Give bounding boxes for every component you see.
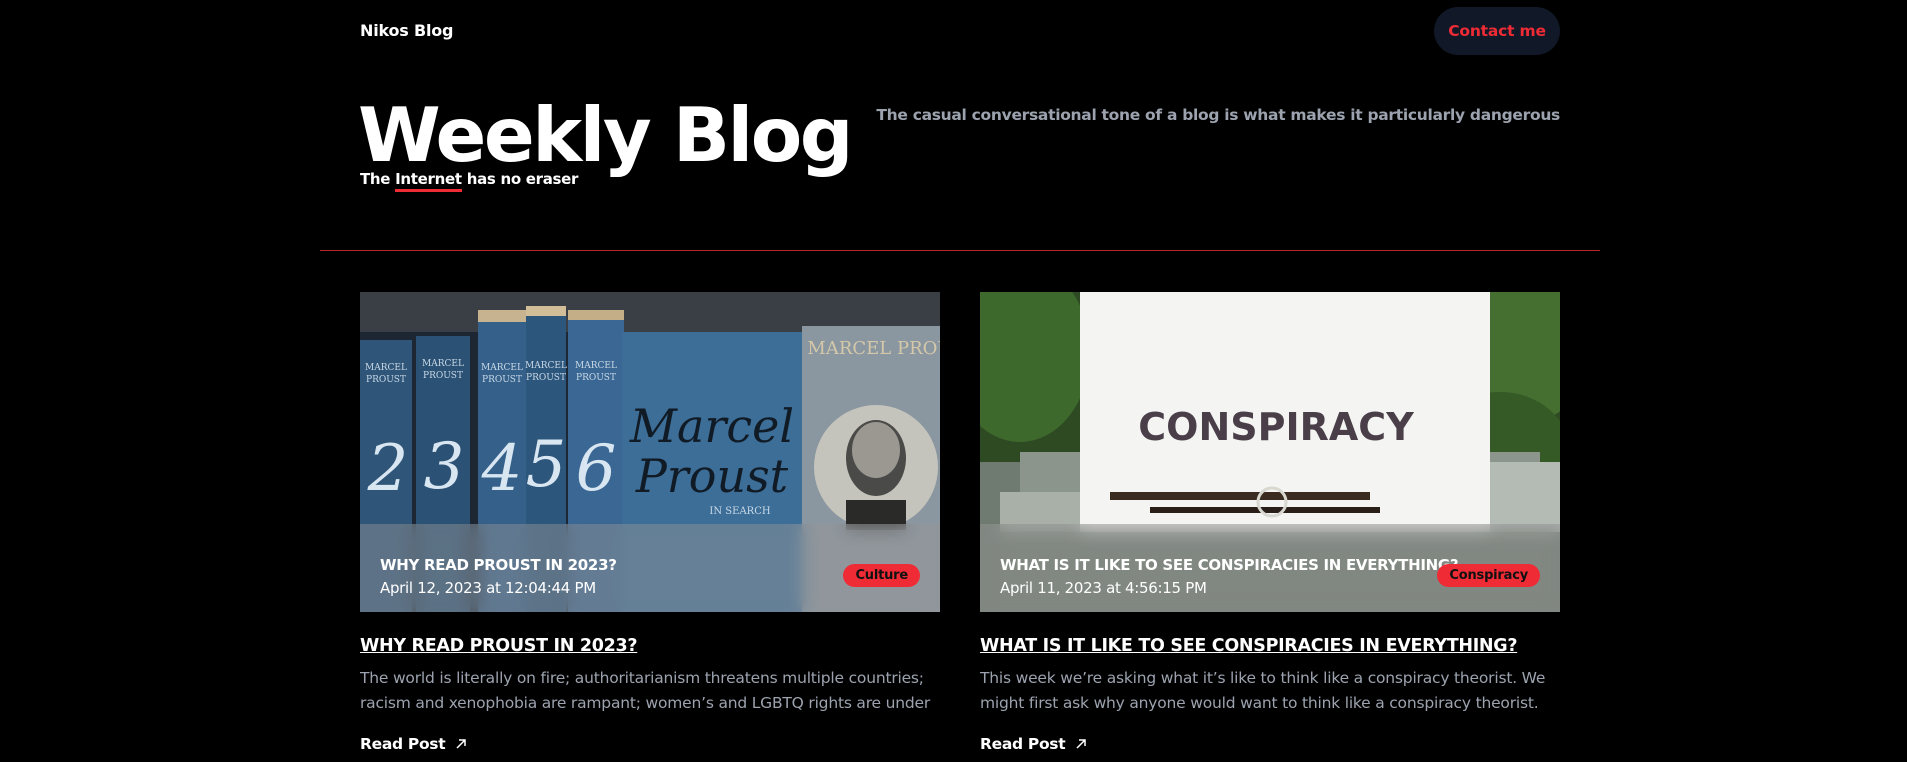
svg-text:PROUST: PROUST — [423, 371, 463, 381]
svg-text:IN SEARCH: IN SEARCH — [709, 506, 770, 517]
overlay-title: WHY READ PROUST IN 2023? — [380, 556, 617, 574]
post-excerpt: This week we’re asking what it’s like to… — [980, 669, 1546, 712]
svg-text:PROUST: PROUST — [526, 373, 566, 383]
post-card: CONSPIRACY WHAT IS IT LIKE TO SEE CONSPI… — [980, 292, 1560, 753]
arrow-up-right-icon — [1076, 739, 1087, 749]
svg-text:PROUST: PROUST — [576, 373, 616, 383]
paper-text: CONSPIRACY — [1138, 405, 1414, 449]
post-date: April 11, 2023 at 4:56:15 PM — [1000, 579, 1207, 597]
site-brand[interactable]: Nikos Blog — [360, 21, 454, 40]
post-title-link[interactable]: WHAT IS IT LIKE TO SEE CONSPIRACIES IN E… — [980, 636, 1560, 656]
read-post-label: Read Post — [360, 735, 446, 753]
svg-text:MARCEL PROU: MARCEL PROU — [807, 338, 940, 359]
svg-text:MARCEL: MARCEL — [481, 363, 523, 373]
svg-text:2: 2 — [367, 432, 409, 506]
svg-text:6: 6 — [576, 432, 617, 506]
overlay-title: WHAT IS IT LIKE TO SEE CONSPIRACIES IN E… — [1000, 556, 1459, 574]
read-post-link[interactable]: Read Post — [360, 735, 467, 753]
hero-subtitle: The Internet has no eraser — [360, 170, 579, 192]
hero-subtitle-highlight: Internet — [395, 170, 462, 192]
svg-text:Marcel: Marcel — [629, 399, 794, 453]
svg-text:3: 3 — [424, 430, 465, 504]
arrow-up-right-icon — [456, 739, 467, 749]
svg-text:MARCEL: MARCEL — [525, 361, 567, 371]
category-badge[interactable]: Conspiracy — [1437, 564, 1540, 587]
svg-text:MARCEL: MARCEL — [575, 361, 617, 371]
contact-button[interactable]: Contact me — [1434, 7, 1560, 55]
svg-text:5: 5 — [526, 428, 567, 502]
hero-subtitle-after: has no eraser — [466, 170, 579, 188]
thumbnail-overlay: WHY READ PROUST IN 2023? April 12, 2023 … — [360, 524, 940, 612]
thumbnail-overlay: WHAT IS IT LIKE TO SEE CONSPIRACIES IN E… — [980, 524, 1560, 612]
read-post-label: Read Post — [980, 735, 1066, 753]
post-date: April 12, 2023 at 12:04:44 PM — [380, 579, 596, 597]
post-title-link[interactable]: WHY READ PROUST IN 2023? — [360, 636, 940, 656]
page-title: Weekly Blog — [358, 91, 853, 179]
post-thumbnail[interactable]: CONSPIRACY WHAT IS IT LIKE TO SEE CONSPI… — [980, 292, 1560, 612]
hero-subtitle-before: The — [360, 170, 391, 188]
svg-text:4: 4 — [481, 432, 523, 506]
section-divider — [320, 250, 1600, 251]
read-post-link[interactable]: Read Post — [980, 735, 1087, 753]
post-thumbnail[interactable]: MARCEL PROUST MARCEL PROUST MARCEL PROUST M… — [360, 292, 940, 612]
svg-text:MARCEL: MARCEL — [422, 359, 464, 369]
post-excerpt: The world is literally on fire; authorit… — [360, 669, 931, 712]
svg-text:Proust: Proust — [635, 449, 789, 503]
post-card: MARCEL PROUST MARCEL PROUST MARCEL PROUST M… — [360, 292, 940, 753]
svg-text:PROUST: PROUST — [482, 375, 522, 385]
svg-text:PROUST: PROUST — [366, 375, 406, 385]
svg-text:MARCEL: MARCEL — [365, 363, 407, 373]
hero-tagline: The casual conversational tone of a blog… — [876, 106, 1560, 124]
category-badge[interactable]: Culture — [843, 564, 920, 587]
